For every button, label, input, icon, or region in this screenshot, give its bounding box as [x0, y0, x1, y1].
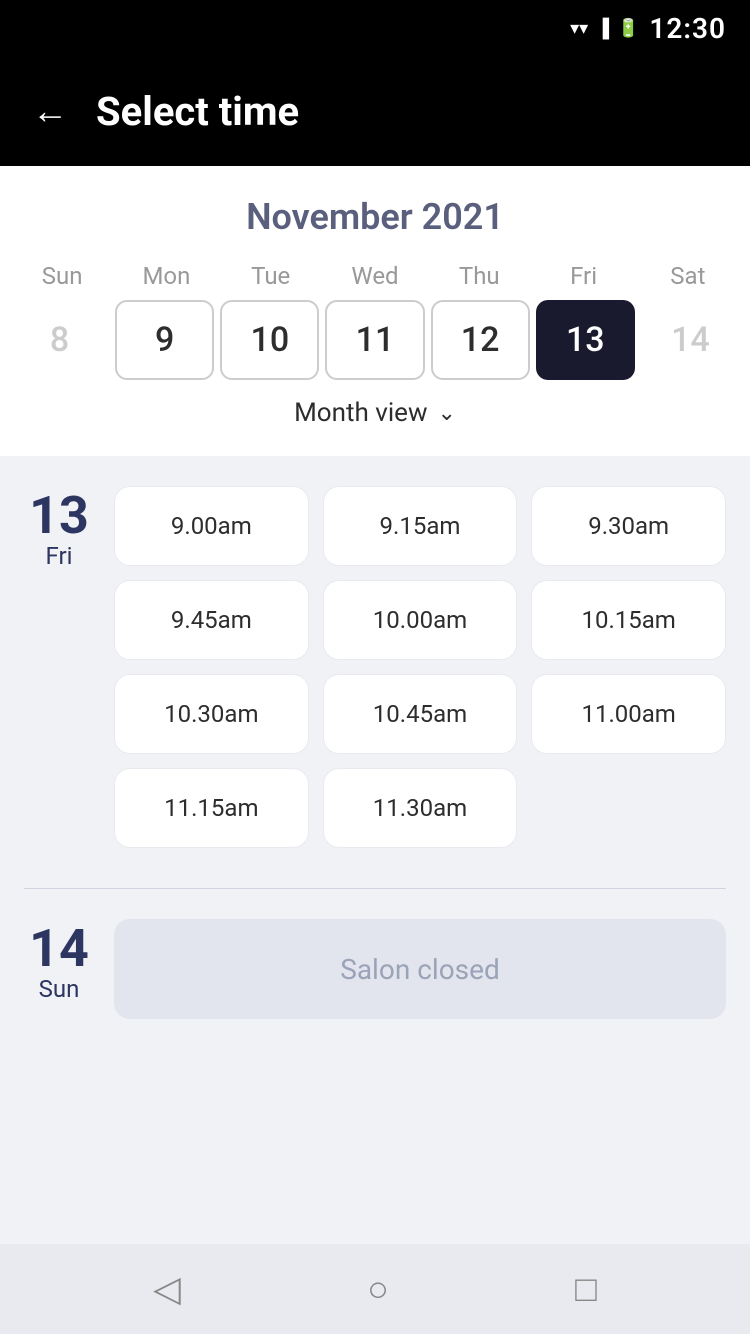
- day-13-name: Fri: [46, 542, 73, 570]
- slot-10-30am[interactable]: 10.30am: [114, 674, 309, 754]
- back-button[interactable]: ←: [32, 90, 68, 132]
- day-13-label: 13 Fri: [24, 486, 94, 848]
- weekday-fri: Fri: [531, 262, 635, 290]
- status-icons: ▾▾ ▐ 🔋: [570, 18, 639, 39]
- slot-11-00am[interactable]: 11.00am: [531, 674, 726, 754]
- weekday-thu: Thu: [427, 262, 531, 290]
- slots-section: 13 Fri 9.00am 9.15am 9.30am 9.45am 10.00…: [0, 456, 750, 1089]
- chevron-down-icon: ⌄: [437, 401, 455, 426]
- bottom-nav: ◁ ○ □: [0, 1244, 750, 1334]
- battery-icon: 🔋: [617, 18, 639, 39]
- wifi-icon: ▾▾: [570, 18, 588, 39]
- day-14-number: 14: [29, 923, 89, 975]
- status-bar: ▾▾ ▐ 🔋 12:30: [0, 0, 750, 56]
- date-9[interactable]: 9: [115, 300, 214, 380]
- dates-row: 8 9 10 11 12 13 14: [0, 300, 750, 380]
- slot-10-00am[interactable]: 10.00am: [323, 580, 518, 660]
- header: ← Select time: [0, 56, 750, 166]
- weekday-mon: Mon: [114, 262, 218, 290]
- slot-10-45am[interactable]: 10.45am: [323, 674, 518, 754]
- day-13-block: 13 Fri 9.00am 9.15am 9.30am 9.45am 10.00…: [24, 486, 726, 848]
- day-14-name: Sun: [39, 975, 80, 1003]
- home-nav-icon[interactable]: ○: [367, 1268, 389, 1310]
- date-8[interactable]: 8: [10, 300, 109, 380]
- day-14-label: 14 Sun: [24, 919, 94, 1019]
- weekday-sun: Sun: [10, 262, 114, 290]
- slot-11-30am[interactable]: 11.30am: [323, 768, 518, 848]
- month-view-label: Month view: [294, 398, 427, 428]
- month-title: November 2021: [0, 196, 750, 238]
- date-13[interactable]: 13: [536, 300, 635, 380]
- day-13-slots-grid: 9.00am 9.15am 9.30am 9.45am 10.00am 10.1…: [114, 486, 726, 848]
- month-view-toggle[interactable]: Month view ⌄: [0, 380, 750, 436]
- signal-icon: ▐: [596, 18, 609, 39]
- back-nav-icon[interactable]: ◁: [153, 1268, 181, 1310]
- page-title: Select time: [96, 88, 299, 135]
- day-13-number: 13: [29, 490, 89, 542]
- date-14[interactable]: 14: [641, 300, 740, 380]
- recent-nav-icon[interactable]: □: [575, 1268, 597, 1310]
- date-10[interactable]: 10: [220, 300, 319, 380]
- slot-9-00am[interactable]: 9.00am: [114, 486, 309, 566]
- status-time: 12:30: [649, 12, 726, 45]
- weekday-sat: Sat: [636, 262, 740, 290]
- salon-closed-label: Salon closed: [340, 953, 500, 986]
- date-11[interactable]: 11: [325, 300, 424, 380]
- weekday-tue: Tue: [219, 262, 323, 290]
- slot-9-45am[interactable]: 9.45am: [114, 580, 309, 660]
- calendar-section: November 2021 Sun Mon Tue Wed Thu Fri Sa…: [0, 166, 750, 456]
- slot-9-30am[interactable]: 9.30am: [531, 486, 726, 566]
- slot-11-15am[interactable]: 11.15am: [114, 768, 309, 848]
- slot-10-15am[interactable]: 10.15am: [531, 580, 726, 660]
- weekdays-row: Sun Mon Tue Wed Thu Fri Sat: [0, 262, 750, 290]
- day-14-block: 14 Sun Salon closed: [24, 919, 726, 1019]
- salon-closed-panel: Salon closed: [114, 919, 726, 1019]
- slot-9-15am[interactable]: 9.15am: [323, 486, 518, 566]
- date-12[interactable]: 12: [431, 300, 530, 380]
- divider: [24, 888, 726, 889]
- weekday-wed: Wed: [323, 262, 427, 290]
